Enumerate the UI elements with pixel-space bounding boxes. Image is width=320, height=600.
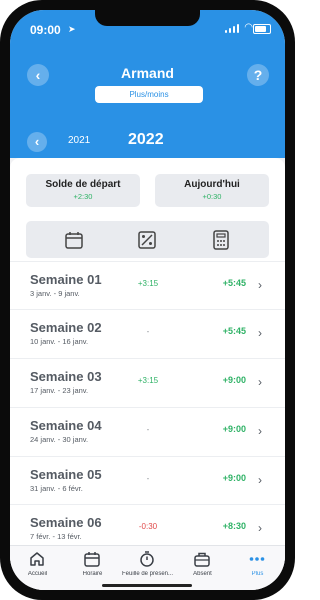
week-diff: +3:15 (137, 279, 159, 288)
signal-icon (225, 24, 239, 33)
week-dates: 10 janv. - 16 janv. (30, 337, 89, 346)
percent-icon[interactable] (137, 230, 157, 250)
week-row-04[interactable]: Semaine 04 24 janv. - 30 janv. - +9:00 › (10, 407, 285, 456)
aujourdhui-label: Aujourd'hui (184, 179, 240, 190)
tab-label: Accueil (27, 571, 48, 577)
week-row-05[interactable]: Semaine 05 31 janv. - 6 févr. - +9:00 › (10, 456, 285, 505)
wifi-icon: ◠ (244, 22, 253, 33)
week-label: Semaine 01 (30, 272, 102, 287)
home-indicator (102, 584, 192, 587)
briefcase-icon (194, 552, 210, 567)
week-label: Semaine 03 (30, 369, 102, 384)
battery-icon (253, 24, 271, 34)
chevron-right-icon: › (258, 278, 262, 292)
week-dates: 31 janv. - 6 févr. (30, 484, 83, 493)
tab-label: Absent (193, 571, 212, 577)
screen: 09:00 ➤ ◠ ‹ Armand ? Plus/moins ‹ 2021 2… (10, 10, 285, 590)
solde-depart-value: +2:30 (73, 192, 93, 201)
aujourdhui-button[interactable]: Aujourd'hui +0:30 (155, 174, 269, 207)
view-toggle-bar (26, 221, 269, 258)
more-dots-icon (249, 557, 265, 561)
week-diff: - (146, 327, 150, 336)
week-label: Semaine 05 (30, 467, 102, 482)
tab-label: Horaire (82, 571, 103, 577)
chevron-left-icon: ‹ (34, 134, 40, 149)
stopwatch-icon (140, 551, 154, 567)
week-label: Semaine 06 (30, 515, 102, 530)
help-button[interactable]: ? (247, 64, 269, 86)
week-dates: 7 févr. - 13 févr. (30, 532, 82, 541)
week-total: +5:45 (222, 326, 246, 336)
phone-frame: 09:00 ➤ ◠ ‹ Armand ? Plus/moins ‹ 2021 2… (0, 0, 295, 600)
aujourdhui-value: +0:30 (202, 192, 222, 201)
chevron-right-icon: › (258, 424, 262, 438)
help-icon: ? (253, 67, 263, 83)
week-total: +9:00 (222, 375, 246, 385)
home-icon (30, 552, 44, 566)
plus-moins-button[interactable]: Plus/moins (95, 86, 203, 103)
page-title: Armand (121, 65, 174, 81)
solde-depart-button[interactable]: Solde de départ +2:30 (26, 174, 140, 207)
week-dates: 17 janv. - 23 janv. (30, 386, 89, 395)
calculator-icon[interactable] (211, 230, 231, 250)
week-total: +9:00 (222, 473, 246, 483)
calendar-icon[interactable] (64, 230, 84, 250)
week-dates: 24 janv. - 30 janv. (30, 435, 89, 444)
week-diff: - (146, 425, 150, 434)
notch (95, 10, 200, 26)
current-year: 2022 (128, 131, 164, 148)
tab-accueil[interactable]: Accueil (10, 546, 65, 590)
week-diff: - (146, 474, 150, 483)
week-label: Semaine 04 (30, 418, 102, 433)
week-row-01[interactable]: Semaine 01 3 janv. - 9 janv. +3:15 +5:45… (10, 261, 285, 310)
chevron-right-icon: › (258, 521, 262, 535)
location-icon: ➤ (68, 24, 76, 34)
previous-year[interactable]: 2021 (68, 135, 90, 146)
week-total: +9:00 (222, 424, 246, 434)
status-time: 09:00 (30, 23, 61, 37)
previous-year-button[interactable]: ‹ (27, 132, 47, 152)
week-diff: -0:30 (138, 522, 158, 531)
week-dates: 3 janv. - 9 janv. (30, 289, 80, 298)
chevron-right-icon: › (258, 473, 262, 487)
week-diff: +3:15 (137, 376, 159, 385)
chevron-right-icon: › (258, 326, 262, 340)
calendar-icon (84, 552, 100, 567)
chevron-right-icon: › (258, 375, 262, 389)
solde-depart-label: Solde de départ (45, 179, 121, 190)
tab-plus[interactable]: Plus (230, 546, 285, 590)
week-label: Semaine 02 (30, 320, 102, 335)
week-total: +5:45 (222, 278, 246, 288)
week-row-03[interactable]: Semaine 03 17 janv. - 23 janv. +3:15 +9:… (10, 358, 285, 407)
week-row-02[interactable]: Semaine 02 10 janv. - 16 janv. - +5:45 › (10, 309, 285, 358)
tab-label: Feuille de présen... (121, 571, 174, 577)
header: 09:00 ➤ ◠ ‹ Armand ? Plus/moins ‹ 2021 2… (10, 10, 285, 158)
tab-label: Plus (251, 571, 264, 577)
week-total: +8:30 (222, 521, 246, 531)
